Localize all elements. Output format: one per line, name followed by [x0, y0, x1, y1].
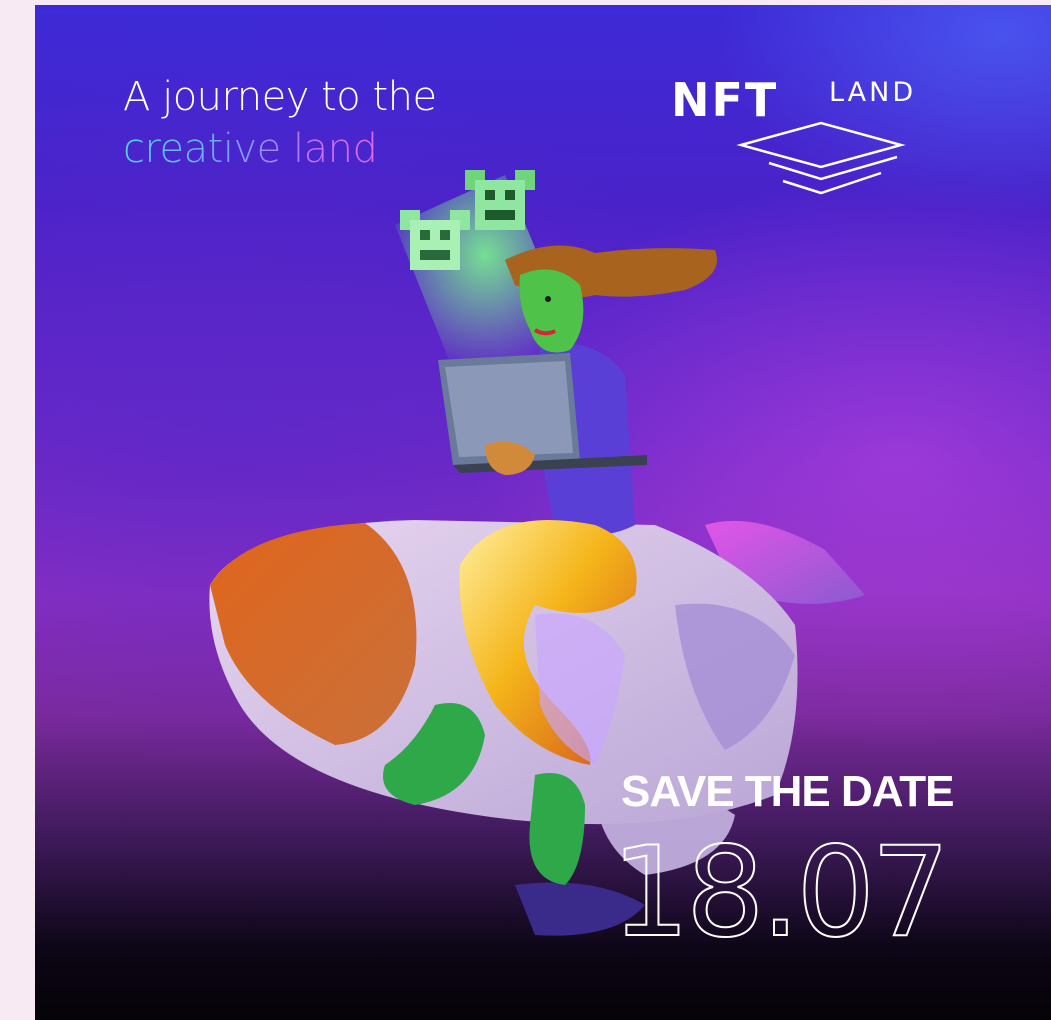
event-date: 18.07 [611, 823, 951, 948]
stacked-layers-icon [736, 121, 906, 195]
save-the-date-label: SAVE THE DATE [621, 767, 955, 816]
pixel-creature-icon [465, 170, 535, 230]
event-date-text: 18.07 [611, 823, 946, 948]
headline: A journey to the creative land [123, 71, 437, 175]
headline-line-1: A journey to the [123, 74, 437, 120]
logo-land-text: LAND [829, 77, 917, 108]
headline-line-2: creative land [123, 123, 437, 175]
nftland-logo: NFT LAND [671, 73, 971, 203]
pixel-creature-icon [400, 210, 470, 270]
event-poster: A journey to the creative land NFT LAND … [35, 5, 1051, 1020]
